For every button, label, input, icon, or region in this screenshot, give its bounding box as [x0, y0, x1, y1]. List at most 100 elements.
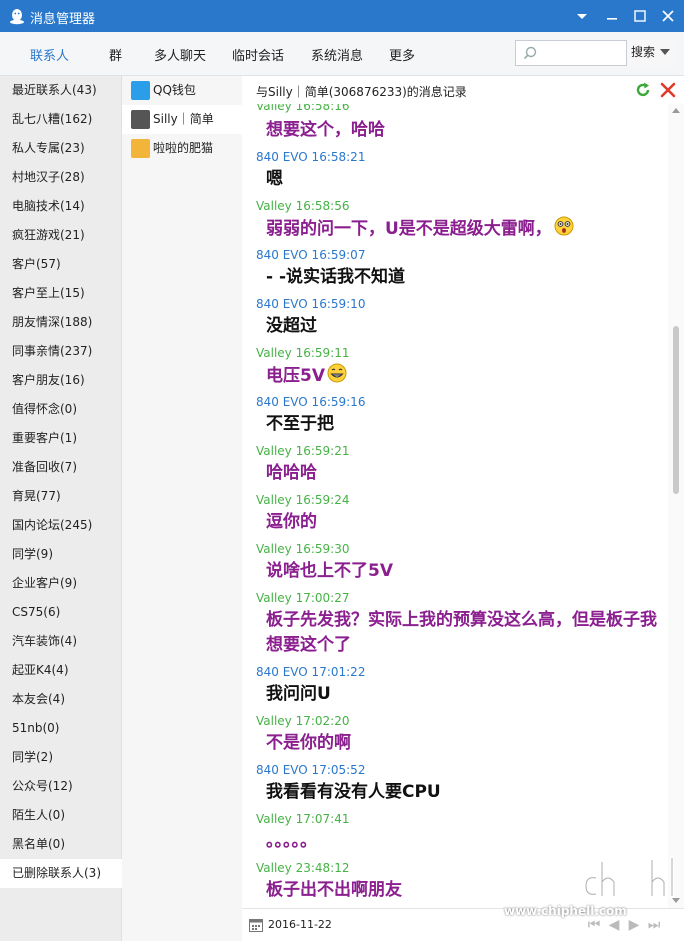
message-record-panel: 与Silly｜简单(306876233)的消息记录 Valley 16:58:1…: [242, 76, 684, 941]
calendar-icon[interactable]: [249, 918, 263, 932]
message-body: 我看看有没有人要CPU: [266, 782, 441, 802]
message-body: 哈哈哈: [266, 463, 317, 483]
search-button[interactable]: 搜索: [626, 40, 674, 66]
group-item[interactable]: 汽车装饰(4): [0, 627, 122, 656]
scroll-up-icon[interactable]: [672, 108, 680, 113]
scrollbar[interactable]: [668, 104, 684, 908]
message-list: Valley 16:58:16 想要这个，哈哈 840 EVO 16:58:21 嗯…: [242, 104, 668, 908]
message-text: 想要这个，哈哈: [266, 118, 385, 143]
tab-multi-chat[interactable]: 多人聊天: [154, 45, 206, 64]
cat-avatar: [131, 139, 150, 158]
search-icon: [523, 46, 537, 60]
message-text: 电压5V: [266, 363, 347, 389]
group-list: 最近联系人(43) 乱七八糟(162) 私人专属(23) 村地汉子(28) 电脑技术(1…: [0, 76, 122, 941]
window-title: 消息管理器: [30, 12, 96, 27]
contact-item[interactable]: Silly｜简单: [122, 105, 242, 134]
message-meta: Valley 16:59:30: [256, 542, 350, 556]
message-text: 板子出不出啊朋友: [266, 878, 402, 903]
group-item[interactable]: 电脑技术(14): [0, 192, 122, 221]
message-body: 不是你的啊: [266, 733, 351, 753]
group-item[interactable]: 疯狂游戏(21): [0, 221, 122, 250]
chat-header: 与Silly｜简单(306876233)的消息记录: [242, 76, 684, 104]
group-item[interactable]: 已删除联系人(3): [0, 859, 122, 888]
message-body: 电压5V: [266, 366, 325, 386]
tab-system-messages[interactable]: 系统消息: [311, 45, 363, 64]
tab-more[interactable]: 更多: [389, 45, 415, 64]
group-item[interactable]: 同事亲情(237): [0, 337, 122, 366]
tab-groups[interactable]: 群: [109, 45, 122, 64]
group-item[interactable]: 51nb(0): [0, 714, 122, 743]
group-item[interactable]: 企业客户(9): [0, 569, 122, 598]
maximize-button[interactable]: [630, 6, 650, 26]
message-text: 说啥也上不了5V: [266, 559, 393, 584]
group-item[interactable]: 国内论坛(245): [0, 511, 122, 540]
minimize-button[interactable]: [602, 6, 622, 26]
group-item[interactable]: 最近联系人(43): [0, 76, 122, 105]
message-body: 逗你的: [266, 512, 317, 532]
group-item[interactable]: 值得怀念(0): [0, 395, 122, 424]
message-meta: Valley 17:07:41: [256, 812, 350, 826]
group-item[interactable]: 同学(9): [0, 540, 122, 569]
close-button[interactable]: [658, 6, 678, 26]
message-body: 想要这个，哈哈: [266, 120, 385, 140]
message-body: 我问问U: [266, 684, 331, 704]
group-item[interactable]: 准备回收(7): [0, 453, 122, 482]
message-text: 不是你的啊: [266, 731, 351, 756]
chat-title: 与Silly｜简单(306876233)的消息记录: [256, 85, 467, 99]
message-text: 逗你的: [266, 510, 317, 535]
message-body: 。。。。。: [266, 831, 317, 851]
refresh-icon[interactable]: [634, 81, 652, 99]
group-item[interactable]: 朋友情深(188): [0, 308, 122, 337]
group-item[interactable]: 村地汉子(28): [0, 163, 122, 192]
group-item[interactable]: 客户朋友(16): [0, 366, 122, 395]
message-text: 。。。。。: [266, 829, 317, 854]
group-item[interactable]: 公众号(12): [0, 772, 122, 801]
message-meta: 840 EVO 17:05:52: [256, 763, 366, 777]
message-meta: 840 EVO 17:01:22: [256, 665, 366, 679]
message-meta: Valley 16:58:56: [256, 199, 350, 213]
tab-temp-session[interactable]: 临时会话: [232, 45, 284, 64]
message-body: 板子先发我？实际上我的预算没这么高，但是板子我想要这个了: [266, 610, 657, 655]
contact-item[interactable]: QQ钱包: [122, 76, 242, 105]
group-item[interactable]: 本友会(4): [0, 685, 122, 714]
search-box: 搜索: [515, 40, 674, 66]
title-bar: 消息管理器: [0, 0, 684, 32]
search-input[interactable]: [542, 43, 626, 63]
message-meta: 840 EVO 16:58:21: [256, 150, 366, 164]
contact-list: QQ钱包 Silly｜简单啦啦的肥猫: [122, 76, 242, 941]
group-item[interactable]: 黑名单(0): [0, 830, 122, 859]
group-item[interactable]: 育晃(77): [0, 482, 122, 511]
scrollbar-thumb[interactable]: [673, 326, 679, 494]
message-body: 板子出不出啊朋友: [266, 880, 402, 900]
dropdown-menu-icon[interactable]: [572, 6, 592, 26]
group-item[interactable]: 重要客户(1): [0, 424, 122, 453]
group-item[interactable]: CS75(6): [0, 598, 122, 627]
contact-name: Silly｜简单: [153, 112, 214, 126]
delete-icon[interactable]: [659, 81, 677, 99]
message-meta: Valley 16:59:11: [256, 346, 350, 360]
message-meta: 840 EVO 16:59:07: [256, 248, 366, 262]
grin-emoji-icon: [327, 363, 347, 383]
group-item[interactable]: 乱七八糟(162): [0, 105, 122, 134]
message-meta: Valley 16:59:24: [256, 493, 350, 507]
message-meta: Valley 16:58:16: [256, 104, 350, 113]
message-body: 弱弱的问一下，U是不是超级大雷啊，: [266, 219, 552, 239]
group-item[interactable]: 同学(2): [0, 743, 122, 772]
chevron-down-icon[interactable]: [660, 49, 670, 55]
group-item[interactable]: 陌生人(0): [0, 801, 122, 830]
group-item[interactable]: 私人专属(23): [0, 134, 122, 163]
qq-penguin-icon: [10, 9, 24, 25]
message-meta: Valley 17:00:27: [256, 591, 350, 605]
message-meta: Valley 16:59:21: [256, 444, 350, 458]
contact-item[interactable]: 啦啦的肥猫: [122, 134, 242, 163]
group-item[interactable]: 客户至上(15): [0, 279, 122, 308]
group-item[interactable]: 起亚K4(4): [0, 656, 122, 685]
contact-name: QQ钱包: [153, 83, 196, 97]
chiphell-logo-icon: [583, 856, 674, 910]
message-body: 说啥也上不了5V: [266, 561, 393, 581]
group-item[interactable]: 客户(57): [0, 250, 122, 279]
tab-contacts[interactable]: 联系人: [30, 45, 69, 64]
message-body: 嗯: [266, 169, 283, 189]
message-text: 没超过: [266, 314, 317, 339]
message-text: 嗯: [266, 167, 283, 192]
